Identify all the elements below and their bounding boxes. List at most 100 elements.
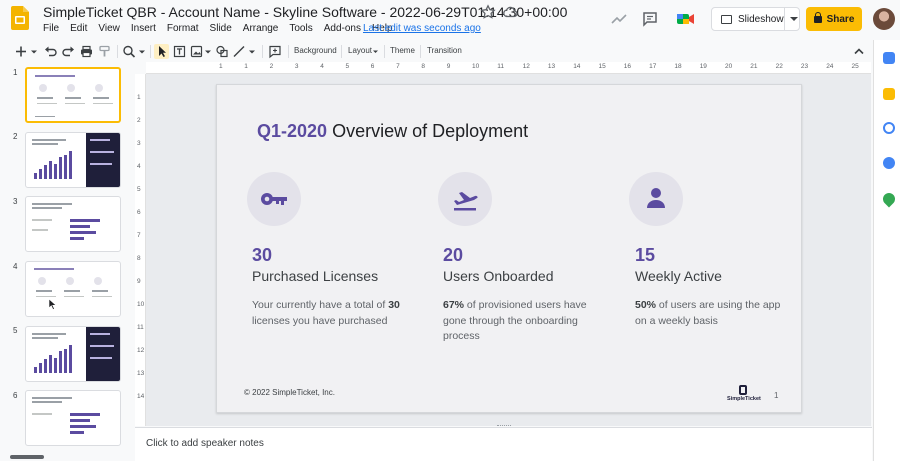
ruler-tick-label: 19 — [699, 63, 707, 70]
menu-format[interactable]: Format — [167, 23, 199, 37]
ruler-tick-label: 3 — [294, 63, 299, 70]
slide-title-text: Overview of Deployment — [327, 121, 529, 141]
menu-bar: File Edit View Insert Format Slide Arran… — [43, 23, 404, 37]
meet-icon[interactable] — [675, 10, 697, 28]
undo-icon[interactable] — [44, 44, 57, 59]
redo-icon[interactable] — [62, 44, 75, 59]
slide-thumbnail-2[interactable] — [25, 132, 121, 188]
chevron-down-icon[interactable] — [790, 17, 798, 21]
contacts-icon[interactable] — [883, 157, 895, 169]
person-icon-circle — [629, 172, 683, 226]
menu-tools[interactable]: Tools — [289, 23, 312, 37]
chevron-down-icon[interactable] — [248, 44, 256, 59]
menu-arrange[interactable]: Arrange — [243, 23, 279, 37]
chevron-down-icon[interactable] — [372, 44, 379, 59]
horizontal-ruler: 1 1 2 3 4 5 6 7 8 9 10 11 12 13 14 15 16 17 18 19 20 21 22 23 24… — [146, 62, 871, 74]
comment-icon[interactable] — [641, 10, 659, 28]
theme-button[interactable]: Theme — [390, 46, 415, 55]
key-icon-circle — [247, 172, 301, 226]
star-icon[interactable] — [480, 4, 496, 20]
calendar-icon[interactable] — [883, 52, 895, 64]
slide-thumbnail-3[interactable] — [25, 196, 121, 252]
ruler-tick-label: 25 — [851, 63, 859, 70]
slide-footer: © 2022 SimpleTicket, Inc. — [244, 388, 335, 397]
slide-thumbnail-6[interactable] — [25, 390, 121, 446]
print-icon[interactable] — [80, 44, 93, 59]
ruler-tick-label: 1 — [219, 63, 223, 70]
metric-label: Weekly Active — [635, 268, 722, 284]
chevron-down-icon[interactable] — [30, 44, 38, 59]
background-button[interactable]: Background — [294, 46, 337, 55]
ruler-tick-label: 2 — [269, 63, 274, 70]
side-panel — [873, 40, 900, 461]
slides-logo-icon[interactable] — [11, 6, 29, 30]
select-cursor-icon[interactable] — [154, 44, 169, 59]
slide-number: 4 — [13, 262, 18, 271]
new-slide-icon[interactable] — [14, 44, 28, 59]
share-label: Share — [826, 13, 855, 25]
airplane-icon-circle — [438, 172, 492, 226]
ruler-tick-label: 24 — [826, 63, 834, 70]
ruler-tick-label: 12 — [137, 347, 145, 354]
avatar[interactable] — [873, 8, 895, 30]
metric-label: Users Onboarded — [443, 268, 554, 284]
image-icon[interactable] — [190, 44, 203, 59]
chevron-up-icon[interactable] — [853, 44, 865, 59]
slide-number: 1 — [13, 68, 18, 77]
chevron-down-icon[interactable] — [204, 44, 212, 59]
ruler-tick-label: 13 — [547, 63, 556, 70]
ruler-tick-label: 5 — [137, 186, 141, 193]
share-button[interactable]: Share — [806, 7, 862, 31]
keep-icon[interactable] — [883, 88, 895, 100]
slide-title[interactable]: Q1-2020 Overview of Deployment — [257, 121, 528, 142]
menu-file[interactable]: File — [43, 23, 59, 37]
toolbar-divider — [420, 45, 421, 58]
metric-description: 50% of users are using the app on a week… — [635, 299, 781, 327]
slide-title-accent: Q1-2020 — [257, 121, 328, 141]
paint-format-icon[interactable] — [98, 44, 111, 59]
ruler-tick-label: 10 — [137, 301, 145, 308]
slideshow-label: Slideshow — [738, 13, 784, 25]
ruler-tick-label: 11 — [137, 324, 144, 331]
slide-thumbnail-5[interactable] — [25, 326, 121, 382]
shape-icon[interactable] — [215, 44, 229, 59]
zoom-icon[interactable] — [122, 44, 136, 59]
ruler-tick-label: 7 — [137, 232, 141, 239]
ruler-tick-label: 11 — [497, 63, 505, 70]
menu-view[interactable]: View — [98, 23, 120, 37]
menu-slide[interactable]: Slide — [210, 23, 232, 37]
ruler-tick-label: 20 — [725, 63, 733, 70]
logo-text: SimpleTicket — [727, 396, 761, 402]
chevron-down-icon[interactable] — [138, 44, 146, 59]
menu-insert[interactable]: Insert — [131, 23, 156, 37]
ruler-tick-label: 8 — [421, 63, 426, 70]
current-slide[interactable]: Q1-2020 Overview of Deployment 30 Purcha… — [216, 84, 802, 413]
speaker-notes[interactable]: Click to add speaker notes — [135, 427, 872, 461]
filmstrip-scrollbar[interactable] — [10, 455, 44, 459]
ruler-tick-label: 7 — [396, 63, 400, 70]
airplane-takeoff-icon — [454, 192, 478, 211]
slideshow-button[interactable]: Slideshow — [711, 7, 800, 31]
speaker-notes-placeholder: Click to add speaker notes — [146, 438, 264, 449]
slideshow-divider — [784, 8, 785, 30]
layout-button[interactable]: Layout — [348, 46, 372, 55]
menu-addons[interactable]: Add-ons — [324, 23, 361, 37]
line-icon[interactable] — [232, 44, 246, 59]
slide-thumbnail-4[interactable] — [25, 261, 121, 317]
tasks-icon[interactable] — [883, 122, 895, 134]
activity-trend-icon[interactable] — [610, 10, 628, 28]
ruler-tick-label: 23 — [800, 63, 809, 70]
ruler-tick-label: 1 — [137, 94, 141, 101]
last-edit-link[interactable]: Last edit was seconds ago — [363, 23, 481, 34]
ruler-tick-label: 2 — [137, 117, 141, 124]
toolbar-divider — [341, 45, 342, 58]
lock-icon — [813, 11, 822, 23]
header-bar: SimpleTicket QBR - Account Name - Skylin… — [0, 0, 900, 40]
slide-thumbnail-1[interactable] — [25, 67, 121, 123]
text-box-icon[interactable] — [173, 44, 186, 59]
menu-edit[interactable]: Edit — [70, 23, 87, 37]
cloud-status-icon[interactable] — [502, 4, 518, 20]
add-comment-icon[interactable] — [268, 44, 282, 59]
ruler-tick-label: 10 — [472, 63, 480, 70]
transition-button[interactable]: Transition — [427, 46, 462, 55]
